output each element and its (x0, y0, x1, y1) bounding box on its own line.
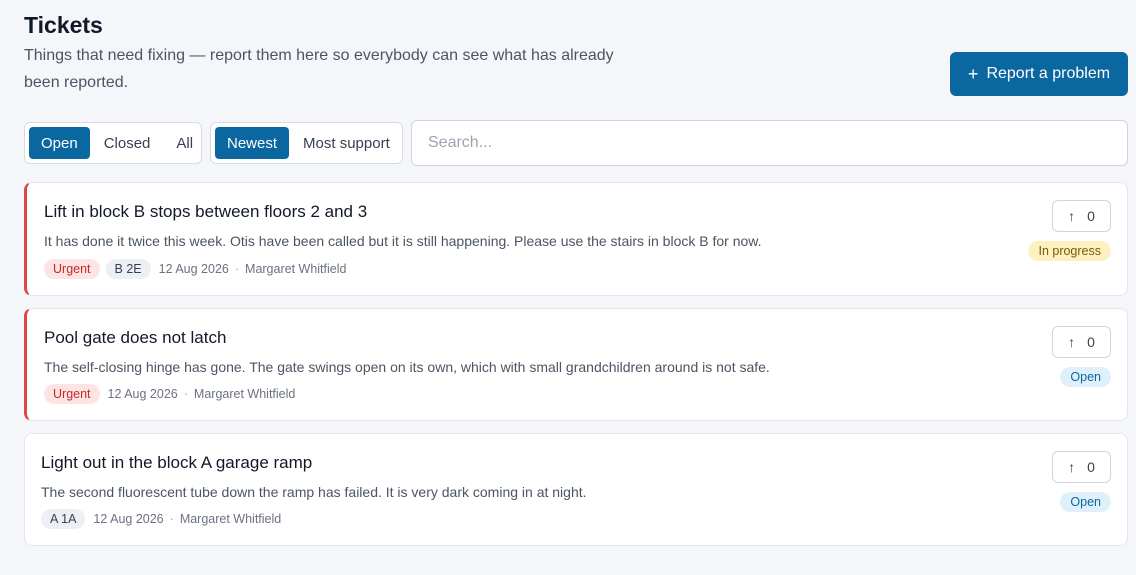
page-subtitle: Things that need fixing — report them he… (24, 47, 614, 91)
ticket-date: 12 Aug 2026 (93, 512, 164, 526)
plus-icon: + (967, 64, 979, 84)
arrow-up-icon: ↑ (1068, 459, 1076, 475)
meta-separator: · (234, 262, 240, 276)
ticket-author: Margaret Whitfield (193, 387, 296, 401)
ticket-date: 12 Aug 2026 (107, 387, 178, 401)
sort-filter: Newest Most support (210, 122, 403, 164)
arrow-up-icon: ↑ (1068, 208, 1076, 224)
vote-count: 0 (1087, 208, 1095, 224)
ticket-date: 12 Aug 2026 (158, 262, 229, 276)
ticket-description: It has done it twice this week. Otis hav… (44, 233, 762, 249)
arrow-up-icon: ↑ (1068, 334, 1076, 350)
page-title: Tickets (24, 12, 103, 38)
ticket-card[interactable]: Lift in block B stops between floors 2 a… (24, 182, 1128, 296)
vote-count: 0 (1087, 334, 1095, 350)
report-problem-label: Report a problem (986, 65, 1111, 82)
status-badge: In progress (1028, 241, 1111, 261)
ticket-meta: A 1A 12 Aug 2026 · Margaret Whitfield (41, 509, 281, 529)
upvote-button[interactable]: ↑ 0 (1052, 200, 1111, 232)
ticket-meta: Urgent B 2E 12 Aug 2026 · Margaret Whitf… (44, 259, 346, 279)
unit-badge: A 1A (41, 509, 86, 529)
ticket-title: Lift in block B stops between floors 2 a… (44, 202, 368, 221)
upvote-button[interactable]: ↑ 0 (1052, 451, 1111, 483)
ticket-author: Margaret Whitfield (245, 262, 347, 276)
ticket-description: The self-closing hinge has gone. The gat… (44, 359, 770, 375)
ticket-meta: Urgent 12 Aug 2026 · Margaret Whitfield (44, 384, 295, 404)
ticket-description: The second fluorescent tube down the ram… (41, 484, 587, 500)
ticket-card[interactable]: Pool gate does not latch The self-closin… (24, 308, 1128, 421)
status-badge: Open (1060, 367, 1111, 387)
search-input[interactable] (411, 120, 1128, 166)
status-filter: Open Closed All (24, 122, 202, 164)
sort-most-support[interactable]: Most support (291, 127, 402, 159)
meta-separator: · (183, 387, 188, 401)
vote-count: 0 (1087, 459, 1095, 475)
upvote-button[interactable]: ↑ 0 (1052, 326, 1111, 358)
ticket-title: Pool gate does not latch (44, 328, 227, 347)
status-badge: Open (1060, 492, 1111, 512)
filter-all[interactable]: All (164, 127, 205, 159)
filter-closed[interactable]: Closed (92, 127, 163, 159)
urgent-badge: Urgent (44, 384, 100, 404)
meta-separator: · (169, 512, 174, 526)
ticket-title: Light out in the block A garage ramp (41, 453, 313, 472)
report-problem-button[interactable]: + Report a problem (950, 52, 1128, 96)
urgent-badge: Urgent (44, 259, 100, 279)
ticket-card[interactable]: Light out in the block A garage ramp The… (24, 433, 1128, 546)
unit-badge: B 2E (105, 259, 151, 279)
ticket-author: Margaret Whitfield (179, 512, 282, 526)
filter-open[interactable]: Open (29, 127, 90, 159)
sort-newest[interactable]: Newest (215, 127, 290, 159)
